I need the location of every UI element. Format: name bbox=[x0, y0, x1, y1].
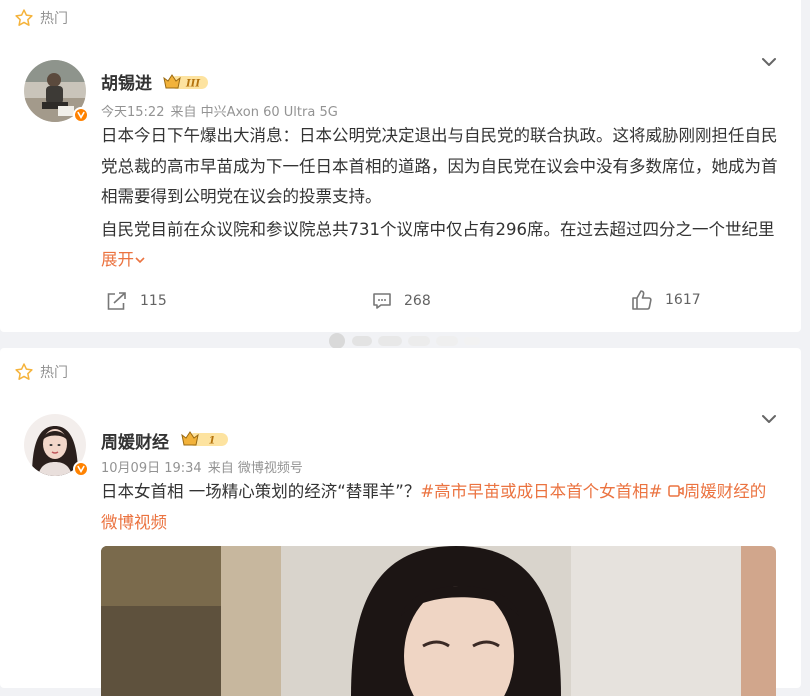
repost-count: 115 bbox=[140, 293, 167, 309]
video-icon bbox=[668, 485, 684, 497]
video-thumbnail-image bbox=[101, 546, 776, 696]
post-time[interactable]: 今天15:22 bbox=[101, 105, 164, 120]
author-name[interactable]: 周媛财经 bbox=[101, 428, 169, 453]
post-meta: 10月09日 19:34 来自 微博视频号 bbox=[101, 457, 309, 476]
comment-button[interactable]: 268 bbox=[372, 291, 431, 311]
like-count: 1617 bbox=[665, 292, 701, 308]
svg-text:III: III bbox=[185, 79, 200, 90]
action-bar: 115 268 1617 bbox=[0, 287, 801, 317]
svg-text:1: 1 bbox=[209, 436, 216, 447]
post-text: 日本今日下午爆出大消息：日本公明党决定退出与自民党的联合执政。这将威胁刚刚担任自… bbox=[101, 121, 781, 276]
topic-link[interactable]: #高市早苗或成日本首个女首相# bbox=[420, 482, 662, 501]
star-icon bbox=[15, 363, 33, 380]
like-icon bbox=[632, 290, 652, 310]
chevron-down-icon bbox=[135, 257, 145, 264]
post-text: 日本女首相 一场精心策划的经济“替罪羊”？#高市早苗或成日本首个女首相# 周媛财… bbox=[101, 477, 781, 538]
author-name[interactable]: 胡锡进 bbox=[101, 69, 152, 94]
post-meta: 今天15:22 来自 中兴Axon 60 Ultra 5G bbox=[101, 101, 344, 120]
comment-count: 268 bbox=[404, 293, 431, 309]
chevron-down-icon[interactable] bbox=[759, 52, 779, 72]
crown-icon[interactable]: III bbox=[162, 72, 210, 92]
post-source: 来自 微博视频号 bbox=[207, 461, 303, 476]
post-time[interactable]: 10月09日 19:34 bbox=[101, 461, 202, 476]
verified-icon bbox=[73, 461, 89, 477]
expand-link[interactable]: 展开 bbox=[101, 250, 146, 269]
chevron-down-icon[interactable] bbox=[759, 409, 779, 429]
post-paragraph: 自民党目前在众议院和参议院总共731个议席中仅占有296席。在过去超过四分之一个… bbox=[101, 219, 775, 270]
feed-card-1: 热门 胡锡进 III 今天15:22 来自 中兴Axon 60 Ultra 5G … bbox=[0, 0, 801, 332]
repost-icon bbox=[107, 292, 126, 310]
star-icon bbox=[15, 9, 33, 26]
verified-icon bbox=[73, 107, 89, 123]
comment-icon bbox=[373, 293, 391, 309]
crown-icon[interactable]: 1 bbox=[180, 429, 230, 449]
hot-label: 热门 bbox=[40, 365, 68, 381]
post-source: 来自 中兴Axon 60 Ultra 5G bbox=[170, 105, 338, 120]
hot-tag: 热门 bbox=[14, 8, 68, 28]
hot-tag: 热门 bbox=[14, 362, 68, 382]
repost-button[interactable]: 115 bbox=[106, 291, 167, 311]
hot-label: 热门 bbox=[40, 11, 68, 27]
post-paragraph: 日本今日下午爆出大消息：日本公明党决定退出与自民党的联合执政。这将威胁刚刚担任自… bbox=[101, 126, 778, 206]
like-button[interactable]: 1617 bbox=[631, 289, 701, 311]
video-thumbnail[interactable] bbox=[101, 546, 776, 696]
post-paragraph: 日本女首相 一场精心策划的经济“替罪羊”？#高市早苗或成日本首个女首相# 周媛财… bbox=[101, 482, 767, 532]
